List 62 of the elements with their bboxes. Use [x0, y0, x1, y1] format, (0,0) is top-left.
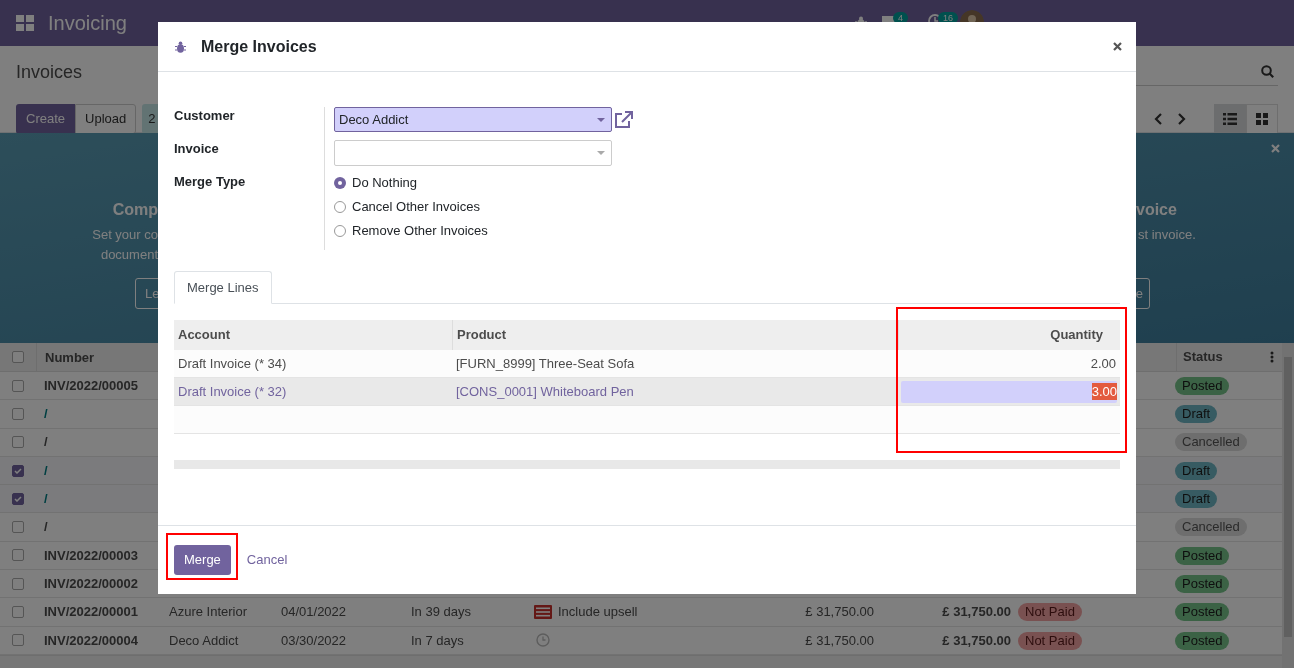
table-cell: £ 31,750.00 [942, 604, 1011, 620]
status-badge: Posted [1175, 376, 1230, 395]
invoice-number: INV/2022/00004 [44, 632, 138, 648]
invoice-number: INV/2022/00003 [44, 547, 138, 563]
invoice-number: INV/2022/00001 [44, 604, 138, 620]
page-title: Invoices [16, 60, 83, 84]
merge-button[interactable]: Merge [174, 545, 231, 575]
table-cell: [CONS_0001] Whiteboard Pen [456, 383, 634, 399]
table-cell: 04/01/2022 [281, 604, 347, 620]
table-row[interactable]: Draft Invoice (* 32) [CONS_0001] Whiteboard Pen 3.00 [174, 378, 1120, 406]
status-badge: Draft [1175, 490, 1218, 509]
invoice-number: / [44, 519, 48, 535]
table-cell: In 7 days [411, 632, 464, 648]
table-cell: £ 31,750.00 [805, 632, 874, 648]
tab[interactable]: Merge Lines [174, 271, 272, 304]
invoice-number: / [44, 434, 48, 450]
status-badge: Posted [1175, 574, 1230, 593]
banner-text: st invoice. [1138, 226, 1196, 244]
invoice-number: INV/2022/00002 [44, 575, 138, 591]
payment-status-badge: Not Paid [1018, 603, 1082, 622]
invoice-number: / [44, 491, 48, 507]
status-badge: Draft [1175, 405, 1218, 424]
column-header[interactable]: Account [174, 325, 452, 345]
create-button[interactable]: Create [16, 104, 76, 134]
invoice-number: INV/2022/00005 [44, 377, 138, 393]
table-cell: £ 31,750.00 [805, 604, 874, 620]
payment-status-badge: Not Paid [1018, 631, 1082, 650]
banner-title: voice [1136, 200, 1177, 220]
cancel-link[interactable]: Cancel [246, 550, 288, 570]
quantity-input[interactable]: 3.00 [901, 380, 1117, 403]
invoice-number: / [44, 462, 48, 478]
banner-title: Comp [112, 200, 158, 220]
status-badge: Posted [1175, 603, 1230, 622]
upload-button[interactable]: Upload [75, 104, 137, 134]
table-cell: Draft Invoice (* 32) [178, 383, 287, 399]
column-header[interactable]: Status [1183, 347, 1223, 367]
status-badge: Posted [1175, 546, 1230, 565]
status-badge: Cancelled [1175, 433, 1247, 452]
table-cell: Draft Invoice (* 34) [178, 355, 287, 371]
table-cell: Azure Interior [169, 604, 248, 620]
radio-option[interactable]: Do Nothing [334, 176, 633, 190]
status-badge: Cancelled [1175, 518, 1247, 537]
status-badge: Posted [1175, 631, 1230, 650]
table-cell: £ 31,750.00 [942, 632, 1011, 648]
status-badge: Draft [1175, 461, 1218, 480]
invoice-number: / [44, 406, 48, 422]
activity-summary: Include upsell [558, 603, 638, 622]
radio-option[interactable]: Remove Other Invoices [334, 224, 633, 238]
app-name[interactable]: Invoicing [48, 8, 127, 38]
table-cell-text: 2.00 [1090, 354, 1117, 373]
dialog-title: Merge Invoices [201, 36, 317, 57]
table-cell: In 39 days [411, 604, 471, 620]
customer-select[interactable]: Deco Addict [334, 107, 612, 132]
banner-text: Set your co [92, 226, 158, 244]
banner-text: document [100, 246, 158, 264]
field-label: Invoice [174, 140, 220, 158]
radio-option[interactable]: Cancel Other Invoices [334, 200, 633, 214]
table-cell: [FURN_8999] Three-Seat Sofa [456, 355, 635, 371]
table-cell: Deco Addict [169, 632, 239, 648]
field-label: Customer [174, 107, 236, 125]
table-cell: 03/30/2022 [281, 632, 347, 648]
field-label: Merge Type [174, 173, 247, 191]
